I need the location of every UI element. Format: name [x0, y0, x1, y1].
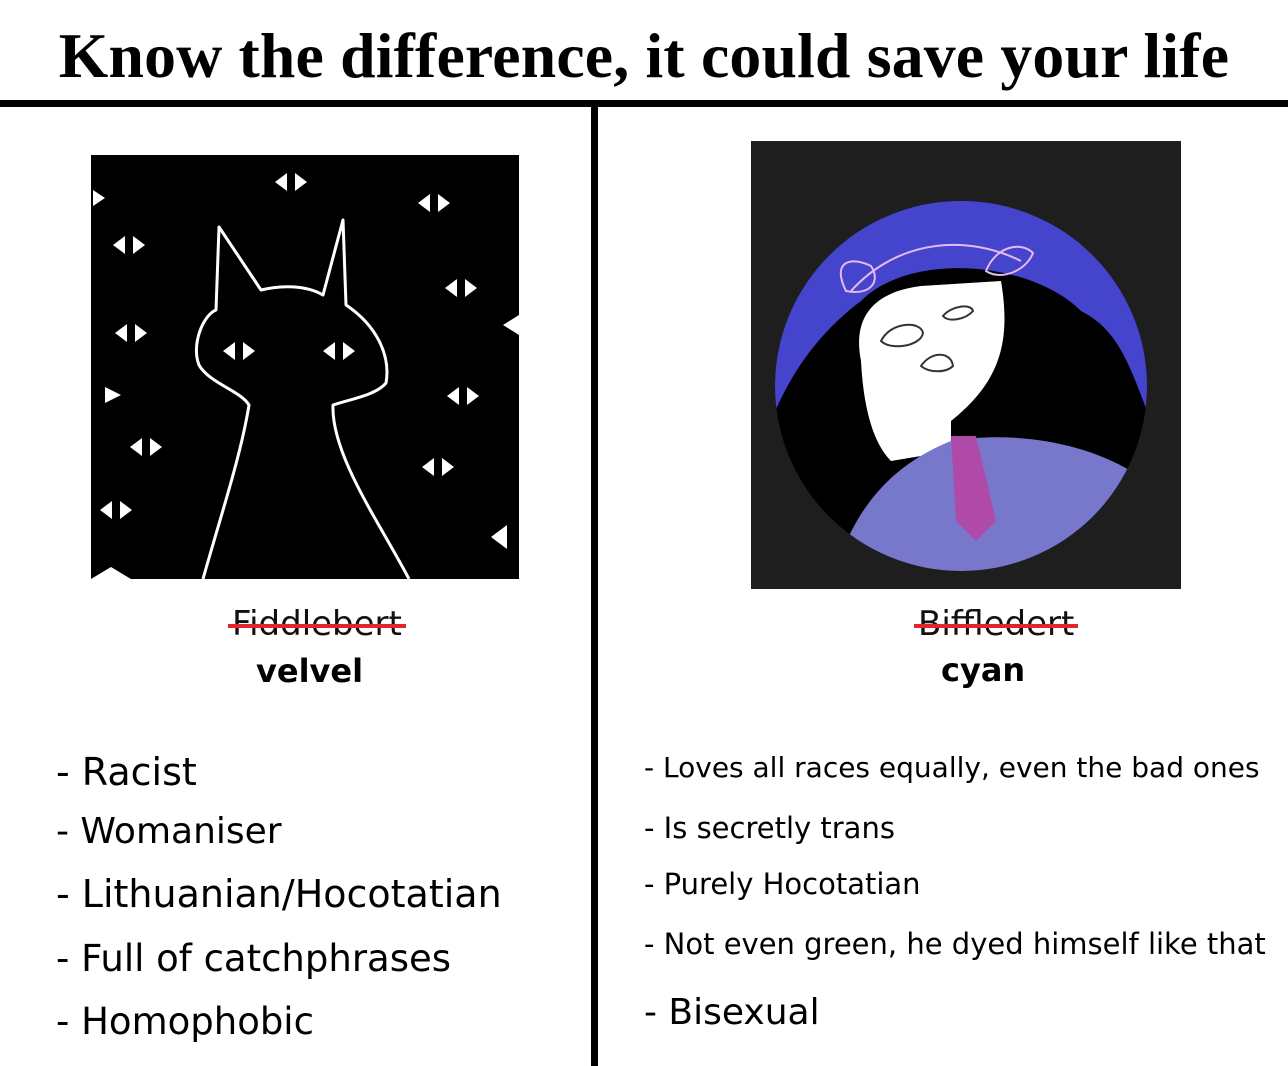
title-divider [0, 100, 1288, 107]
new-name-left: velvel [256, 652, 364, 690]
old-name-right: Biffledert [914, 604, 1079, 644]
left-trait-2: - Womaniser [56, 811, 282, 852]
black-cat-image [91, 155, 519, 579]
left-trait-1: - Racist [56, 750, 197, 794]
new-name-right: cyan [941, 651, 1026, 689]
old-name-left: Fiddlebert [228, 604, 406, 644]
left-trait-3: - Lithuanian/Hocotatian [56, 872, 502, 916]
strikethrough-line [228, 624, 406, 628]
page-title: Know the difference, it could save your … [58, 20, 1230, 91]
column-divider [591, 107, 598, 1066]
cyan-portrait-image [751, 141, 1181, 589]
left-trait-4: - Full of catchphrases [56, 937, 452, 980]
right-trait-3: - Purely Hocotatian [644, 867, 921, 901]
strikethrough-line [914, 624, 1079, 628]
right-trait-4: - Not even green, he dyed himself like t… [644, 927, 1266, 961]
left-trait-5: - Homophobic [56, 1000, 314, 1043]
right-trait-1: - Loves all races equally, even the bad … [644, 751, 1260, 784]
right-trait-2: - Is secretly trans [644, 811, 895, 845]
right-trait-5: - Bisexual [644, 992, 820, 1033]
